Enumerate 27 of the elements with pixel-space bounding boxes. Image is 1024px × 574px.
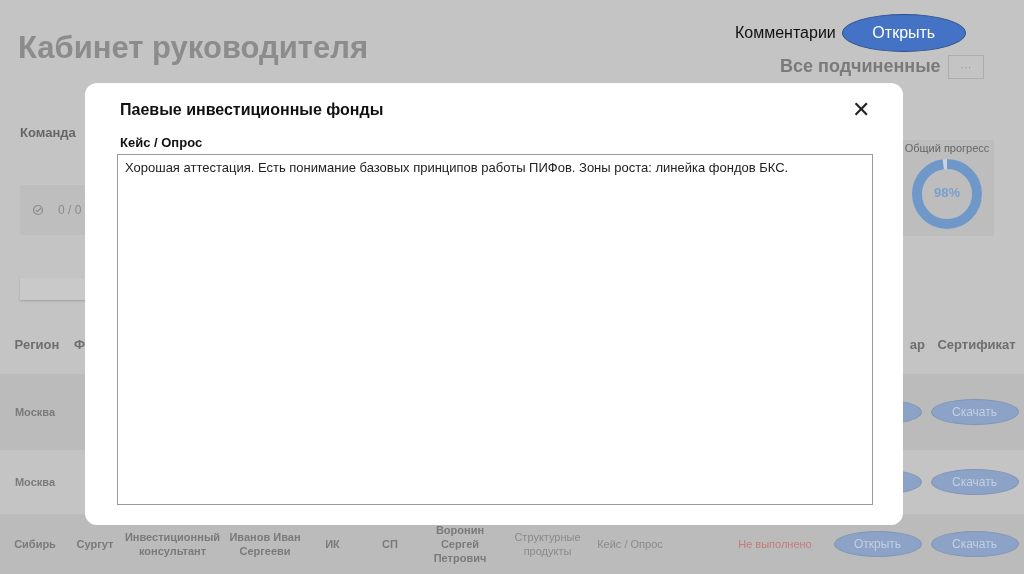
progress-reading: 98% [933,185,961,200]
progress-title: Общий прогресс [904,142,990,154]
text-area[interactable]: Хорошая аттестация. Есть понимание базовых принципов работы ПИФов. Зоны роста: линейка фондов БКС. [117,154,873,505]
modal-title: Паевые инвестиционные фонды [120,101,384,119]
table-cell: Москва [14,405,56,419]
column-header: ар [909,338,925,352]
table-cell: Сургут [76,537,114,551]
table-cell: СП [382,537,398,551]
table-cell-text: Воронин Сергей Петрович [432,523,488,565]
column-header: Регион [14,338,60,352]
page-title: Кабинет руководителя [18,30,369,66]
column-header: Ф [74,338,86,352]
table-cell: ИК [325,537,340,551]
close-button[interactable]: ✕ [849,97,873,123]
team-label: Команда [20,125,76,140]
table-cell: Москва [14,475,56,489]
field-label: Кейс / Опрос [120,135,204,150]
open-button[interactable]: Открыть [841,14,966,52]
comments-label: Комментарии [735,24,836,42]
status-text: Не выполнено [738,537,812,551]
check-icon [32,204,44,216]
table-cell: Сибирь [14,537,56,551]
filter-label[interactable]: Все подчиненные [780,56,941,77]
table-cell-text: Иванов Иван Сергееви [228,530,302,558]
more-button[interactable]: ··· [948,55,984,79]
column-header: Сертификат [937,338,1016,352]
table-cell-text: Инвестиционный консультант [123,530,222,558]
